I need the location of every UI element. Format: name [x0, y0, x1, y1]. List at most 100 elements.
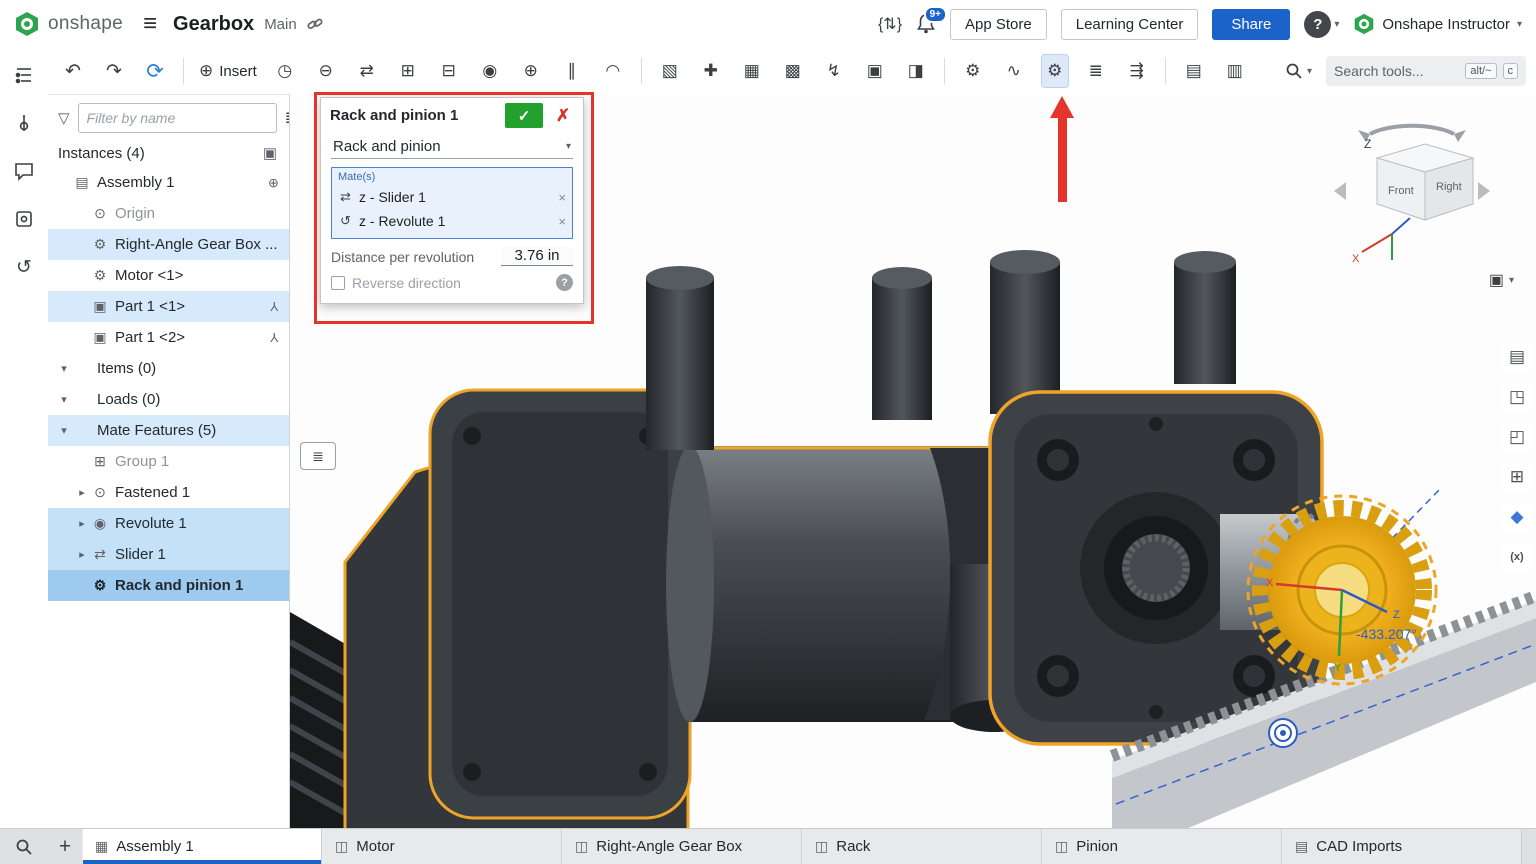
tree-item-motor[interactable]: ⚙ Motor <1>	[48, 260, 289, 291]
distance-per-revolution-input[interactable]: 3.76 in	[501, 247, 573, 266]
tab-pinion[interactable]: ◫ Pinion	[1042, 829, 1282, 864]
rebuild-button[interactable]: ⟳	[142, 55, 168, 87]
view-cube[interactable]: Front Right Z X	[1332, 112, 1492, 286]
parts-list-icon[interactable]	[11, 206, 37, 232]
tree-chevron-icon[interactable]: ▾	[56, 393, 72, 406]
orbit-arrows[interactable]	[1370, 126, 1454, 134]
help-menu[interactable]: ? ▾	[1304, 11, 1339, 38]
mate-connector-filter-icon[interactable]	[11, 110, 37, 136]
pattern-icon[interactable]: ▩	[780, 55, 806, 87]
planar-mate-icon[interactable]: ⊞	[395, 55, 421, 87]
mate-list-item[interactable]: ↺ z - Revolute 1 ×	[338, 209, 566, 233]
workspace-name[interactable]: Main	[264, 16, 297, 33]
insert-instance-icon[interactable]: ▣	[263, 144, 277, 162]
tree-item-assembly-1[interactable]: ▤ Assembly 1 ⊕	[48, 167, 289, 198]
tangent-mate-icon[interactable]: ◠	[600, 55, 626, 87]
tab-motor[interactable]: ◫ Motor	[322, 829, 562, 864]
tree-chevron-icon[interactable]: ▾	[56, 362, 72, 375]
named-positions-icon[interactable]: ⊞	[1502, 462, 1532, 492]
tree-chevron-icon[interactable]: ▸	[74, 486, 90, 499]
cancel-button[interactable]: ✗	[549, 103, 577, 128]
group-icon[interactable]: ▦	[739, 55, 765, 87]
insert-button[interactable]: ⊕ Insert	[199, 61, 257, 81]
motor-body[interactable]	[345, 390, 690, 828]
share-link-icon[interactable]	[307, 16, 323, 32]
redo-button[interactable]: ↷	[101, 55, 127, 87]
mates-selection-box[interactable]: Mate(s) ⇄ z - Slider 1 × ↺ z - Revolute …	[331, 167, 573, 239]
tab-assembly-1[interactable]: ▦ Assembly 1	[82, 829, 322, 864]
explode-icon[interactable]: ↯	[821, 55, 847, 87]
tree-item-revolute-1[interactable]: ▸ ◉ Revolute 1	[48, 508, 289, 539]
mate-icon[interactable]: ◷	[272, 55, 298, 87]
section-loads[interactable]: ▾ Loads (0)	[48, 384, 289, 415]
fastened-mate-icon[interactable]: ⊕	[518, 55, 544, 87]
tree-chevron-icon[interactable]: ▸	[74, 517, 90, 530]
tree-item-fastened-1[interactable]: ▸ ⊙ Fastened 1	[48, 477, 289, 508]
tree-chevron-icon[interactable]: ▾	[56, 424, 72, 437]
main-menu-icon[interactable]: ≡	[143, 10, 157, 38]
slider-mate-icon[interactable]: ⇄	[354, 55, 380, 87]
toolbar-separator[interactable]	[1165, 58, 1166, 84]
onshape-logo[interactable]: onshape	[14, 11, 123, 37]
search-tabs-button[interactable]	[0, 829, 48, 864]
tree-item-slider-1[interactable]: ▸ ⇄ Slider 1	[48, 539, 289, 570]
select-region-icon[interactable]: ▧	[657, 55, 683, 87]
learning-center-button[interactable]: Learning Center	[1061, 9, 1199, 40]
exploded-views-icon[interactable]: ◰	[1502, 422, 1532, 452]
undo-button[interactable]: ↶	[60, 55, 86, 87]
toolbar-separator[interactable]	[641, 58, 642, 84]
ball-mate-icon[interactable]: ◉	[477, 55, 503, 87]
pin-slot-mate-icon[interactable]: ⊟	[436, 55, 462, 87]
screw-relation-icon[interactable]: ∿	[1001, 55, 1027, 87]
tree-item-part-1-1[interactable]: ▣ Part 1 <1> Y	[48, 291, 289, 322]
display-states-icon[interactable]: ◨	[903, 55, 929, 87]
relation-type-dropdown[interactable]: Rack and pinion ▾	[331, 135, 573, 159]
help-icon[interactable]: ?	[556, 274, 573, 291]
gear-relation-icon[interactable]: ⚙	[960, 55, 986, 87]
parts-panel-icon[interactable]: ◳	[1502, 382, 1532, 412]
bom-icon[interactable]: ▤	[1181, 55, 1207, 87]
rotate-left-arrow[interactable]	[1334, 182, 1346, 200]
tab-right-angle-gear-box[interactable]: ◫ Right-Angle Gear Box	[562, 829, 802, 864]
rack-mate-target[interactable]	[1269, 719, 1297, 747]
tree-chevron-icon[interactable]: ▸	[74, 548, 90, 561]
remove-mate-icon[interactable]: ×	[558, 190, 566, 205]
notifications-bell-icon[interactable]: 9+	[916, 13, 936, 35]
search-tools-input[interactable]: Search tools... alt/~ c	[1326, 56, 1526, 86]
accept-button[interactable]: ✓	[505, 103, 543, 128]
list-view-icon[interactable]: ≣	[285, 108, 290, 128]
measure-icon[interactable]: (x)	[1502, 542, 1532, 572]
structure-tree-icon[interactable]	[11, 62, 37, 88]
tab-rack[interactable]: ◫ Rack	[802, 829, 1042, 864]
appearance-panel-icon[interactable]: ◆	[1502, 502, 1532, 532]
feature-list-panel-icon[interactable]: ▤	[1502, 342, 1532, 372]
versions-icon[interactable]: {⇅}	[878, 14, 902, 34]
tree-item-origin[interactable]: ⊙ Origin	[48, 198, 289, 229]
rack-pinion-relation-icon[interactable]: ⚙	[1042, 55, 1068, 87]
section-items[interactable]: ▾ Items (0)	[48, 353, 289, 384]
view-options-button[interactable]: ▣ ▾	[1489, 270, 1514, 290]
app-store-button[interactable]: App Store	[950, 9, 1047, 40]
section-mate-features[interactable]: ▾ Mate Features (5)	[48, 415, 289, 446]
remove-mate-icon[interactable]: ×	[558, 214, 566, 229]
toolbar-separator[interactable]	[944, 58, 945, 84]
tab-cad-imports[interactable]: ▤ CAD Imports	[1282, 829, 1522, 864]
linear-relation-icon[interactable]: ≣	[1083, 55, 1109, 87]
tree-item-group-1[interactable]: ⊞ Group 1	[48, 446, 289, 477]
comments-icon[interactable]	[11, 158, 37, 184]
cube-faces[interactable]: Front Right	[1377, 144, 1473, 220]
account-menu[interactable]: Onshape Instructor ▾	[1353, 13, 1522, 35]
filter-input[interactable]	[78, 103, 277, 133]
new-tab-button[interactable]: +	[48, 829, 82, 864]
structure-icon[interactable]: ▥	[1222, 55, 1248, 87]
share-button[interactable]: Share	[1212, 9, 1290, 40]
tree-item-right-angle-gear-box[interactable]: ⚙ Right-Angle Gear Box ...	[48, 229, 289, 260]
filter-funnel-icon[interactable]: ▽	[58, 109, 70, 127]
rotate-right-arrow[interactable]	[1478, 182, 1490, 200]
mate-list-flyout-button[interactable]: ≣	[300, 442, 336, 470]
reverse-direction-checkbox[interactable]	[331, 276, 345, 290]
mate-list-item[interactable]: ⇄ z - Slider 1 ×	[338, 185, 566, 209]
history-icon[interactable]: ↺	[11, 254, 37, 280]
right-face-label[interactable]: Right	[1436, 181, 1462, 193]
mate-connector-icon[interactable]: ✚	[698, 55, 724, 87]
